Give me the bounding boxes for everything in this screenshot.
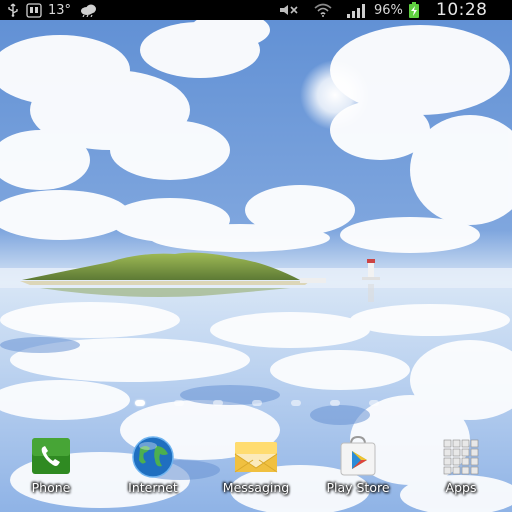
wifi-icon	[314, 0, 332, 20]
page-dot[interactable]	[291, 400, 301, 406]
mute-icon	[278, 0, 300, 20]
weather-cloud-icon	[80, 0, 98, 20]
page-dot[interactable]	[213, 400, 223, 406]
page-indicator[interactable]	[0, 396, 512, 410]
status-bar[interactable]: 13° 96% 10:28	[0, 0, 512, 20]
phone-app[interactable]: Phone	[3, 430, 99, 500]
envelope-icon	[234, 442, 278, 473]
messaging-label: Messaging	[222, 480, 290, 495]
globe-icon	[132, 436, 174, 478]
play-store-icon	[340, 435, 376, 476]
apps-grid-icon	[443, 439, 479, 475]
sd-card-icon	[26, 0, 42, 20]
play-store-app[interactable]: Play Store	[310, 430, 406, 500]
page-dot[interactable]	[252, 400, 262, 406]
messaging-app[interactable]: Messaging	[208, 430, 304, 500]
phone-icon	[32, 438, 70, 474]
page-dot[interactable]	[369, 400, 379, 406]
play-store-label: Play Store	[326, 480, 390, 495]
dock: Phone Internet Messaging Play Store Apps	[0, 430, 512, 512]
phone-label: Phone	[31, 480, 71, 495]
temperature-text: 13°	[48, 2, 72, 18]
internet-app[interactable]: Internet	[105, 430, 201, 500]
apps-label: Apps	[445, 480, 477, 495]
usb-icon	[6, 0, 20, 20]
battery-charging-icon	[408, 0, 420, 20]
page-dot[interactable]	[174, 400, 184, 406]
clock[interactable]: 10:28	[436, 0, 488, 20]
signal-icon	[346, 0, 368, 20]
battery-percent-text: 96%	[374, 2, 403, 18]
internet-label: Internet	[128, 480, 178, 495]
page-dot[interactable]	[330, 400, 340, 406]
apps-launcher[interactable]: Apps	[413, 430, 509, 500]
home-screen: 13° 96% 10:28 Phone Internet Messaging P…	[0, 0, 512, 512]
page-dot[interactable]	[135, 400, 145, 406]
